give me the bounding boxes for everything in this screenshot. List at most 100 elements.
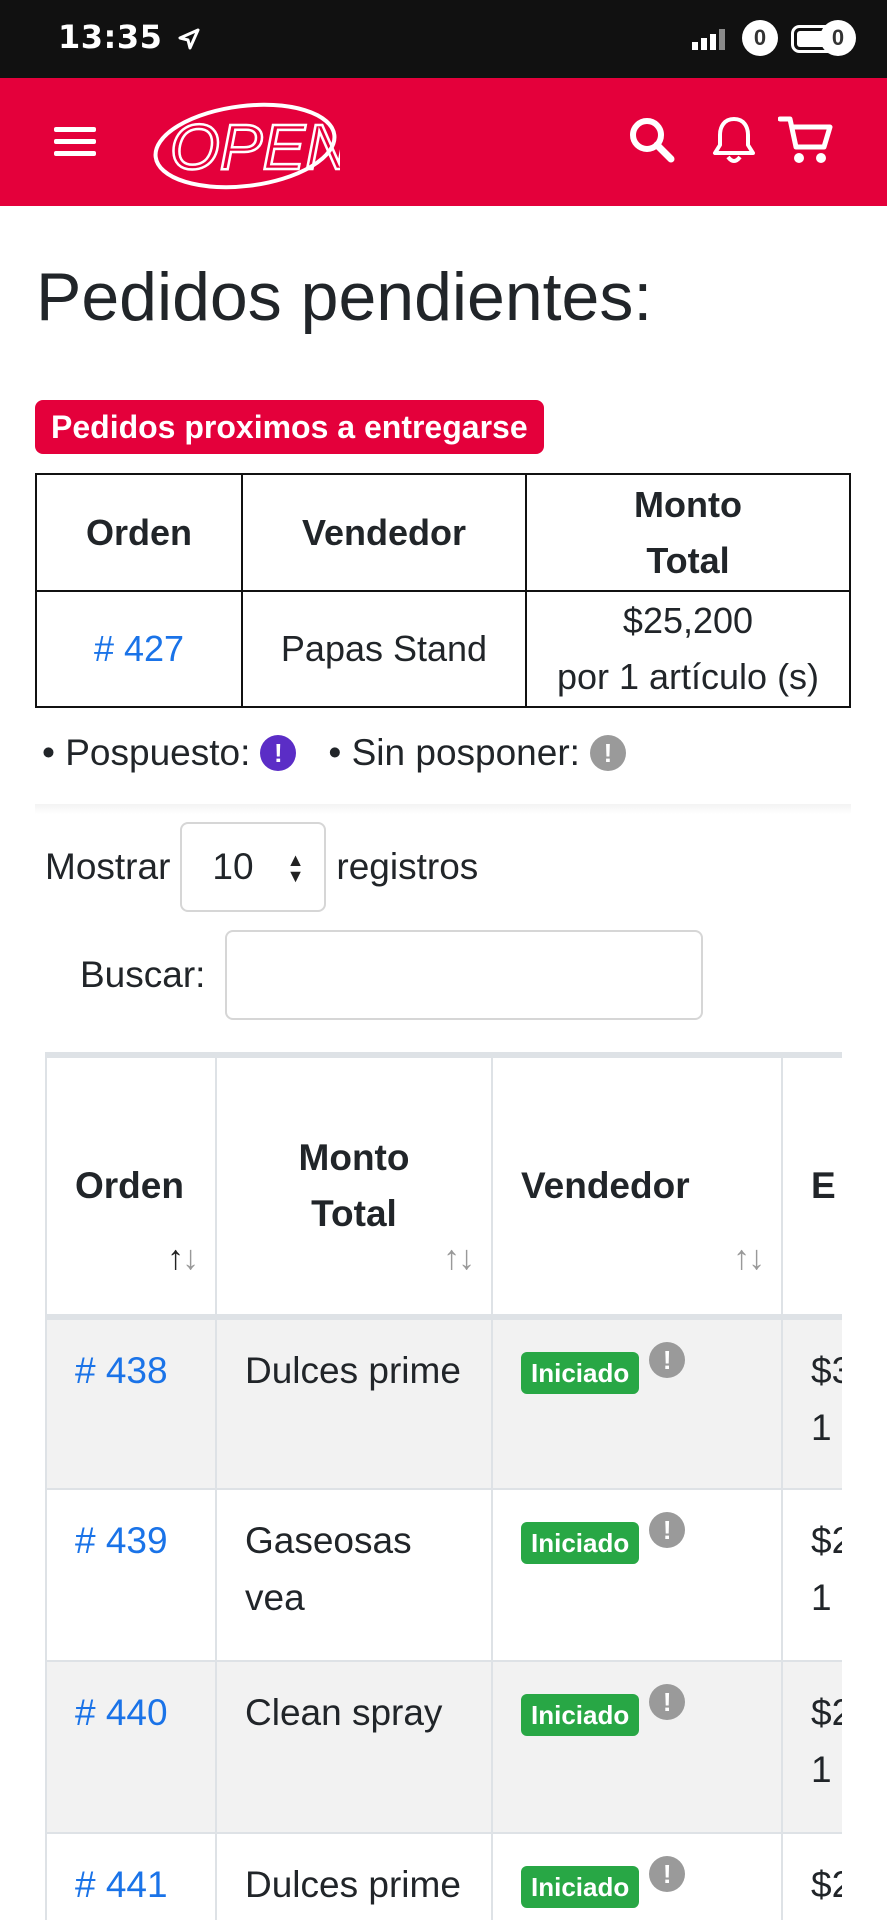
header-orden-label: Orden (75, 1165, 184, 1206)
product-cell: Dulces prime (215, 1316, 493, 1490)
count-partial: 1 (811, 1577, 832, 1618)
legend-not-postponed-label: • Sin posponer: (328, 732, 580, 773)
search-label: Buscar: (80, 954, 206, 995)
show-label: Mostrar (45, 846, 171, 887)
amount-partial: $2 (811, 1520, 842, 1561)
table-row: # 439 Gaseosas vea Iniciado! $21 (45, 1488, 842, 1662)
cart-icon (777, 116, 833, 163)
upcoming-amount-cell: $25,200 por 1 artículo (s) (525, 590, 851, 708)
status-cell: Iniciado! (491, 1660, 783, 1834)
alert-icon[interactable]: ! (649, 1856, 686, 1892)
sort-icon: ↑↓ (733, 1239, 765, 1277)
page-size-select[interactable]: 10 ▲ ▼ (180, 822, 327, 912)
header-fourth-label: E (811, 1165, 836, 1206)
menu-icon[interactable] (50, 121, 102, 161)
postponed-alert-icon: ! (260, 735, 297, 771)
amount-partial: $2 (811, 1692, 842, 1733)
count-partial: 1 (811, 1749, 832, 1790)
search-button[interactable] (628, 116, 676, 169)
status-badge: Iniciado (521, 1522, 640, 1565)
notifications-button[interactable] (712, 113, 756, 170)
amount-cell: $21 (781, 1488, 842, 1662)
page-size-value: 10 (212, 846, 254, 887)
status-time-text: 13:35 (58, 18, 163, 56)
amount-cell: $21 (781, 1660, 842, 1834)
cart-button[interactable] (777, 113, 836, 172)
status-badge: Iniciado (521, 1694, 640, 1737)
signal-icon (692, 29, 726, 50)
navbar: OPEN (0, 78, 887, 206)
table-row: # 441 Dulces prime Iniciado! $21 (45, 1832, 842, 1920)
status-time: 13:35 (58, 18, 200, 56)
orders-table: Orden ↑↓ Monto Total ↑↓ Vendedor ↑↓ E # … (45, 1056, 842, 1920)
cart-badge: 0 (820, 20, 856, 56)
upcoming-header-orden: Orden (35, 473, 243, 592)
sort-icon: ↑↓ (443, 1239, 475, 1277)
status-cell: Iniciado! (491, 1832, 783, 1920)
page-title: Pedidos pendientes: (36, 259, 653, 335)
amount-partial: $3 (811, 1350, 842, 1391)
order-link[interactable]: # 438 (75, 1350, 168, 1391)
amount-cell: $31 (781, 1316, 842, 1490)
upcoming-items: por 1 artículo (s) (556, 656, 820, 697)
upcoming-header-monto: Monto (634, 483, 742, 525)
header-orden[interactable]: Orden ↑↓ (45, 1056, 217, 1318)
alert-icon[interactable]: ! (649, 1512, 686, 1548)
amount-partial: $2 (811, 1864, 842, 1905)
legend-postponed-label: • Pospuesto: (42, 732, 251, 773)
amount-cell: $21 (781, 1832, 842, 1920)
logo-text: OPEN (170, 111, 340, 183)
sort-icon: ↑↓ (167, 1239, 199, 1277)
alert-icon[interactable]: ! (649, 1684, 686, 1720)
upcoming-vendor-cell: Papas Stand (241, 590, 527, 708)
status-cell: Iniciado! (491, 1488, 783, 1662)
header-monto-total[interactable]: Monto Total ↑↓ (215, 1056, 493, 1318)
status-badge: Iniciado (521, 1866, 640, 1909)
upcoming-header-vendedor: Vendedor (241, 473, 527, 592)
order-link[interactable]: # 427 (94, 628, 184, 669)
order-cell: # 440 (45, 1660, 217, 1834)
upcoming-amount: $25,200 (622, 600, 754, 641)
not-postponed-alert-icon: ! (589, 735, 626, 771)
header-fourth-column[interactable]: E (781, 1056, 842, 1318)
count-partial: 1 (811, 1407, 832, 1448)
table-row: # 440 Clean spray Iniciado! $21 (45, 1660, 842, 1834)
table-row: # 438 Dulces prime Iniciado! $31 (45, 1316, 842, 1490)
section-divider (35, 804, 851, 814)
orders-table-container[interactable]: Orden ↑↓ Monto Total ↑↓ Vendedor ↑↓ E # … (45, 1052, 842, 1920)
upcoming-order-cell: # 427 (35, 590, 243, 708)
records-label: registros (336, 846, 479, 887)
open-logo[interactable]: OPEN (150, 94, 353, 197)
search-icon (630, 118, 675, 163)
upcoming-orders-label: Pedidos proximos a entregarse (35, 400, 544, 454)
logo-graphic: OPEN (153, 102, 353, 190)
header-vendedor[interactable]: Vendedor ↑↓ (491, 1056, 783, 1318)
header-monto-label: Monto (298, 1137, 410, 1178)
product-cell: Dulces prime (215, 1832, 493, 1920)
header-vendedor-label: Vendedor (521, 1165, 690, 1206)
order-link[interactable]: # 441 (75, 1864, 168, 1905)
search-input[interactable] (225, 930, 704, 1020)
upcoming-orders-table: Orden Vendedor Monto Total # 427 Papas S… (35, 473, 851, 708)
header-total-label: Total (311, 1193, 397, 1234)
table-row: # 427 Papas Stand $25,200 por 1 artículo… (35, 590, 851, 708)
table-search: Buscar: (80, 930, 704, 1020)
page-length-control: Mostrar 10 ▲ ▼ registros (45, 822, 478, 912)
upcoming-header-monto-total: Monto Total (525, 473, 851, 592)
order-link[interactable]: # 439 (75, 1520, 168, 1561)
order-cell: # 438 (45, 1316, 217, 1490)
status-legend: • Pospuesto: ! • Sin posponer: ! (42, 732, 626, 774)
select-arrows-icon: ▲ ▼ (286, 850, 305, 886)
product-cell: Gaseosas vea (215, 1488, 493, 1662)
order-cell: # 439 (45, 1488, 217, 1662)
upcoming-header-total: Total (646, 539, 730, 581)
bell-icon (713, 117, 755, 163)
order-link[interactable]: # 440 (75, 1692, 168, 1733)
status-cell: Iniciado! (491, 1316, 783, 1490)
location-arrow-icon (178, 28, 200, 50)
status-badge: Iniciado (521, 1352, 640, 1395)
product-cell: Clean spray (215, 1660, 493, 1834)
notifications-badge: 0 (742, 20, 778, 56)
order-cell: # 441 (45, 1832, 217, 1920)
alert-icon[interactable]: ! (649, 1342, 686, 1378)
